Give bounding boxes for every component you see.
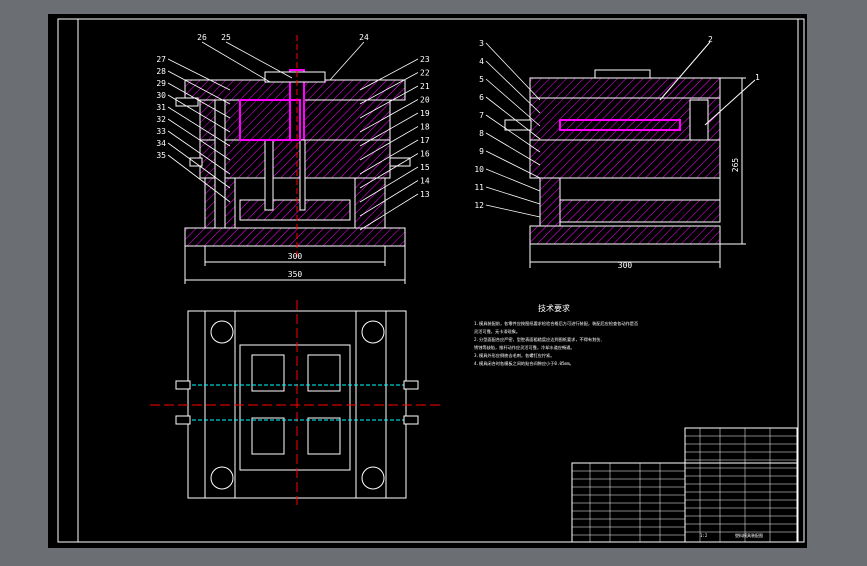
- water-nipple-left-2: [189, 157, 203, 167]
- right-callout-19: 19: [420, 109, 430, 118]
- left-callout-27: 27: [156, 55, 166, 64]
- rview-callout-9: 9: [479, 147, 484, 156]
- plan-nipple-l1: [175, 380, 191, 390]
- rview-callout-4: 4: [479, 57, 484, 66]
- ejector-pin: [299, 139, 306, 211]
- callout-1: 1: [755, 73, 760, 82]
- left-callout-29: 29: [156, 79, 166, 88]
- left-callout-30: 30: [156, 91, 166, 100]
- top-callout-26: 26: [197, 33, 207, 42]
- r-left-spacer: [539, 177, 561, 227]
- right-callout-14: 14: [420, 177, 430, 186]
- right-callout-20: 20: [420, 96, 430, 105]
- plan-nipple-r1: [403, 380, 419, 390]
- rview-callout-11: 11: [474, 183, 484, 192]
- drawing-canvas: 27 28 29 30 31 32 33 34 35 26 25 24 23 22 21 20 19 18 17…: [0, 0, 867, 562]
- plan-nipple-l2: [175, 415, 191, 425]
- note-line: 4.模具闭合时各模板之间的贴合间隙应小于0.05mm。: [474, 360, 574, 367]
- return-pin: [264, 139, 274, 211]
- rview-callout-7: 7: [479, 111, 484, 120]
- rview-callout-10: 10: [474, 165, 484, 174]
- r-slot: [689, 99, 709, 141]
- drawing-scale: 1:2: [700, 533, 708, 538]
- right-callout-23: 23: [420, 55, 430, 64]
- right-callout-18: 18: [420, 123, 430, 132]
- top-callout-24: 24: [359, 33, 369, 42]
- right-callout-21: 21: [420, 82, 430, 91]
- r-top-boss: [594, 69, 651, 79]
- note-line: 锈蚀等缺陷，推杆动作应灵活可靠，冷却水道应畅通。: [474, 344, 575, 351]
- right-callout-17: 17: [420, 136, 430, 145]
- drawing-title: 塑料模具装配图: [735, 532, 763, 538]
- r-top-clamp: [529, 77, 721, 99]
- left-callout-33: 33: [156, 127, 166, 136]
- bottom-clamp-plate: [184, 227, 406, 247]
- note-line: 灵活可靠，无卡滞现象。: [474, 328, 520, 335]
- r-ejector-plate: [559, 199, 721, 223]
- note-line: 1.模具装配前，各零件应按图纸要求检验合格后方可进行装配，装配后应检查各动作是否: [474, 320, 638, 327]
- right-callout-15: 15: [420, 163, 430, 172]
- r-core-plate: [529, 139, 721, 179]
- locating-ring: [264, 71, 326, 83]
- notes-title: 技术要求: [538, 303, 570, 313]
- dim-265: 265: [731, 158, 740, 173]
- dim-350: 350: [288, 270, 303, 279]
- ejector-plate: [239, 199, 351, 221]
- rview-callout-12: 12: [474, 201, 484, 210]
- dim-300-left: 300: [288, 252, 303, 261]
- note-line: 2.分型面配合应严密，型腔表面粗糙度应达到图纸要求，不得有划伤、: [474, 336, 605, 343]
- left-callout-28: 28: [156, 67, 166, 76]
- rview-callout-8: 8: [479, 129, 484, 138]
- rview-callout-6: 6: [479, 93, 484, 102]
- dim-300-right: 300: [618, 261, 633, 270]
- left-callout-32: 32: [156, 115, 166, 124]
- left-callout-34: 34: [156, 139, 166, 148]
- top-callout-25: 25: [221, 33, 231, 42]
- callout-2: 2: [708, 35, 713, 44]
- r-gap: [559, 177, 721, 201]
- plan-nipple-r2: [403, 415, 419, 425]
- r-bottom-clamp: [529, 225, 721, 245]
- rview-callout-3: 3: [479, 39, 484, 48]
- right-callout-22: 22: [420, 69, 430, 78]
- left-callout-31: 31: [156, 103, 166, 112]
- guide-pillar-left: [214, 99, 226, 229]
- left-callout-35: 35: [156, 151, 166, 160]
- right-callout-13: 13: [420, 190, 430, 199]
- right-callout-16: 16: [420, 150, 430, 159]
- note-line: 3.模具外形应倒棱去毛刺，各螺钉应拧紧。: [474, 352, 554, 359]
- water-nipple-right: [389, 157, 411, 167]
- rview-callout-5: 5: [479, 75, 484, 84]
